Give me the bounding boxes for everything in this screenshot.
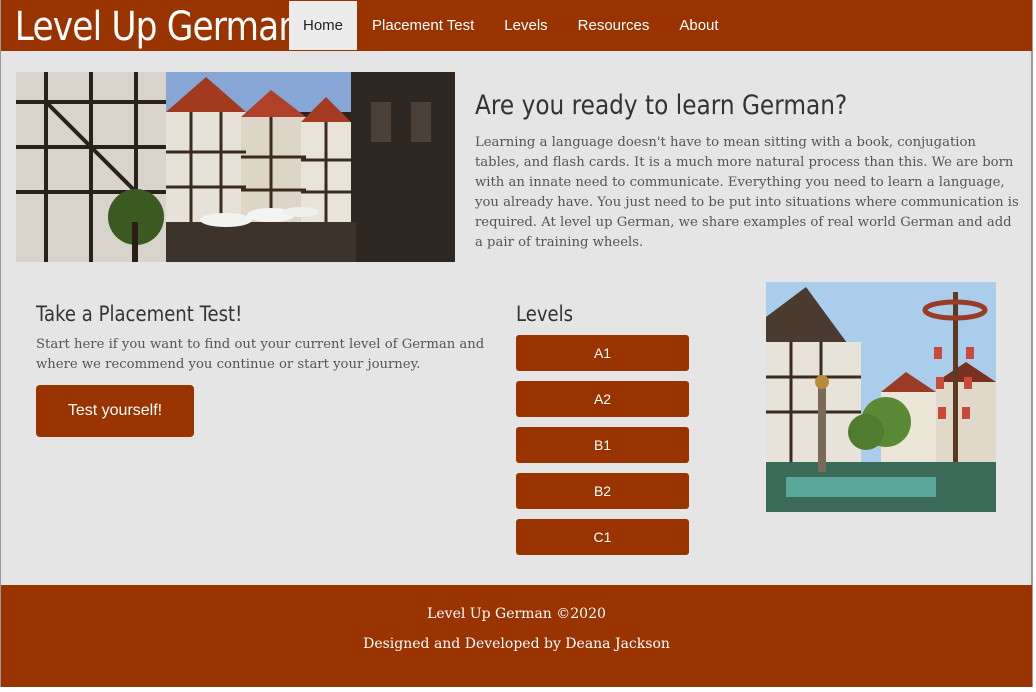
test-yourself-button[interactable]: Test yourself! [36, 385, 194, 437]
nav-placement-test[interactable]: Placement Test [357, 0, 489, 51]
level-button-c1[interactable]: C1 [516, 519, 689, 555]
nav-home[interactable]: Home [289, 1, 358, 50]
nav-levels[interactable]: Levels [489, 0, 562, 51]
hero-illustration [16, 72, 455, 262]
main-nav: Home Placement Test Levels Resources Abo… [289, 0, 734, 51]
side-illustration [766, 282, 996, 512]
hero-paragraph: Learning a language doesn't have to mean… [475, 135, 1019, 250]
placement-paragraph: Start here if you want to find out your … [36, 337, 485, 372]
placement-title: Take a Placement Test! [36, 302, 243, 326]
nav-resources[interactable]: Resources [563, 0, 665, 51]
level-button-a2[interactable]: A2 [516, 381, 689, 417]
level-button-a1[interactable]: A1 [516, 335, 689, 371]
footer-copyright: Level Up German ©2020 [427, 606, 606, 622]
site-logo[interactable]: Level Up German [1, 0, 300, 51]
hero-image-half-timbered-street [16, 72, 455, 262]
footer-credits: Designed and Developed by Deana Jackson [363, 636, 670, 652]
page-frame: Level Up German Home Placement Test Leve… [0, 0, 1033, 687]
town-square-maypole-image [766, 282, 996, 512]
site-footer: Level Up German ©2020 Designed and Devel… [1, 585, 1032, 687]
nav-about[interactable]: About [664, 0, 733, 51]
level-button-b2[interactable]: B2 [516, 473, 689, 509]
site-header: Level Up German Home Placement Test Leve… [1, 0, 1032, 51]
hero-title: Are you ready to learn German? [475, 90, 848, 121]
level-button-b1[interactable]: B1 [516, 427, 689, 463]
levels-title: Levels [516, 302, 574, 326]
